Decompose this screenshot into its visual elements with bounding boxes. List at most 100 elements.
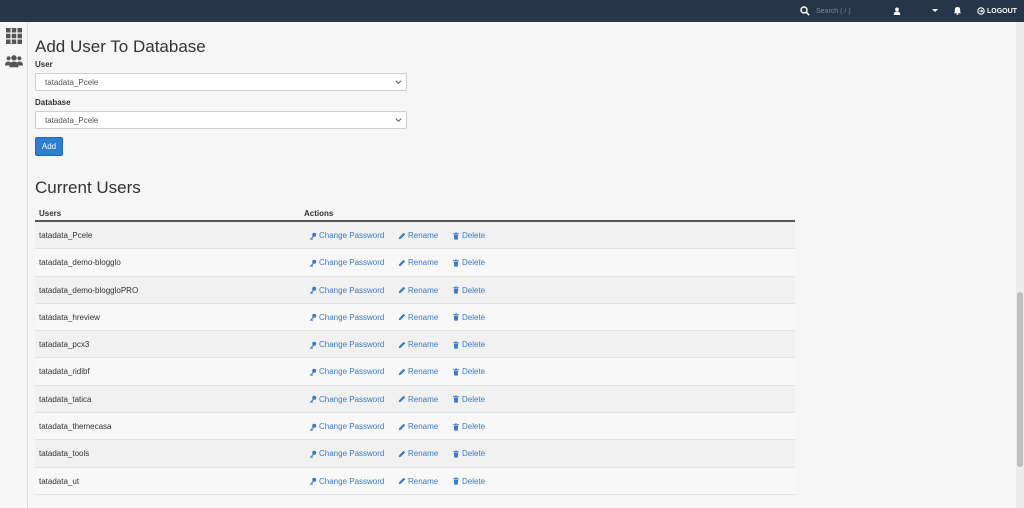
rename-label: Rename: [408, 340, 439, 350]
change-password-link[interactable]: Change Password: [309, 395, 384, 404]
col-header-actions: Actions: [304, 209, 334, 218]
pencil-icon: [398, 368, 406, 376]
rename-label: Rename: [408, 285, 439, 295]
sidebar-item-users[interactable]: [5, 52, 23, 70]
table-row: tatadata_demo-bloggloPRO Change Password R…: [35, 276, 795, 304]
col-header-users: Users: [39, 209, 62, 218]
trash-icon: [453, 341, 459, 349]
user-select[interactable]: tatadata_Pcele: [35, 73, 407, 91]
rename-label: Rename: [408, 231, 439, 240]
delete-link[interactable]: Delete: [452, 313, 485, 322]
pencil-icon: [398, 477, 406, 485]
database-select[interactable]: tatadata_Pcele: [35, 111, 407, 129]
user-name: tatadata_themecasa: [39, 422, 112, 432]
sidebar: [0, 22, 28, 508]
table-row: tatadata_tatica Change Password Rename Dele…: [35, 385, 795, 414]
table-row: tatadata_ut Change Password Rename Delete: [35, 467, 795, 495]
trash-icon: [453, 422, 459, 431]
database-label: Database: [35, 98, 71, 107]
logout-label: LOGOUT: [987, 7, 1017, 15]
change-password-label: Change Password: [319, 231, 385, 240]
change-password-link[interactable]: Change Password: [309, 231, 384, 240]
table-body: tatadata_Pcele Change Password Rename Delet…: [35, 222, 795, 495]
delete-link[interactable]: Delete: [452, 258, 485, 267]
delete-link[interactable]: Delete: [452, 340, 485, 349]
logout-icon: [977, 7, 985, 15]
rename-link[interactable]: Rename: [398, 367, 438, 376]
delete-link[interactable]: Delete: [452, 422, 485, 431]
change-password-label: Change Password: [319, 258, 385, 268]
change-password-link[interactable]: Change Password: [309, 477, 384, 486]
change-password-link[interactable]: Change Password: [309, 367, 384, 376]
change-password-link[interactable]: Change Password: [309, 286, 384, 295]
delete-label: Delete: [462, 422, 486, 432]
table-row: tatadata_tools Change Password Rename Delet…: [35, 440, 795, 468]
user-name: tatadata_tools: [39, 449, 90, 459]
grid-icon: [6, 28, 22, 44]
change-password-label: Change Password: [319, 367, 385, 377]
users-table: Users Actions tatadata_Pcele Change Passw…: [35, 205, 795, 495]
user-name: tatadata_tatica: [39, 394, 92, 404]
delete-label: Delete: [462, 312, 486, 322]
user-name: tatadata_ut: [39, 476, 80, 486]
rename-label: Rename: [408, 367, 439, 377]
delete-label: Delete: [462, 231, 486, 240]
change-password-link[interactable]: Change Password: [309, 422, 384, 431]
trash-icon: [453, 450, 459, 458]
change-password-link[interactable]: Change Password: [309, 313, 384, 322]
pencil-icon: [398, 286, 406, 294]
delete-link[interactable]: Delete: [452, 367, 485, 376]
users-group-icon: [5, 55, 23, 68]
user-name: tatadata_Pcele: [39, 231, 93, 240]
user-icon: [893, 7, 901, 15]
delete-link[interactable]: Delete: [452, 231, 485, 240]
trash-icon: [453, 286, 459, 294]
user-name: tatadata_hreview: [39, 312, 100, 322]
table-row: tatadata_themecasa Change Password Rename D…: [35, 413, 795, 441]
user-name: tatadata_demo-blogglo: [39, 258, 121, 268]
key-icon: [309, 259, 317, 267]
delete-link[interactable]: Delete: [452, 477, 485, 486]
user-menu-caret-icon[interactable]: [932, 9, 938, 12]
sidebar-item-home[interactable]: [5, 27, 23, 45]
pencil-icon: [398, 232, 406, 239]
change-password-link[interactable]: Change Password: [309, 340, 384, 349]
rename-link[interactable]: Rename: [398, 395, 438, 404]
pencil-icon: [398, 450, 406, 458]
rename-link[interactable]: Rename: [398, 231, 438, 240]
change-password-label: Change Password: [319, 449, 385, 459]
user-label: User: [35, 60, 53, 69]
delete-link[interactable]: Delete: [452, 395, 485, 404]
rename-link[interactable]: Rename: [398, 422, 438, 431]
rename-link[interactable]: Rename: [398, 477, 438, 486]
add-button[interactable]: Add: [35, 137, 63, 156]
rename-label: Rename: [408, 422, 439, 432]
search-input[interactable]: [816, 4, 896, 18]
logout-button[interactable]: LOGOUT: [977, 4, 1017, 18]
delete-link[interactable]: Delete: [452, 286, 485, 295]
rename-link[interactable]: Rename: [398, 286, 438, 295]
change-password-label: Change Password: [319, 340, 385, 350]
key-icon: [309, 314, 317, 322]
change-password-link[interactable]: Change Password: [309, 449, 384, 458]
table-row: tatadata_ridibf Change Password Rename Dele…: [35, 358, 795, 386]
key-icon: [309, 450, 317, 458]
change-password-link[interactable]: Change Password: [309, 258, 384, 267]
table-row: tatadata_demo-blogglo Change Password Rena…: [35, 249, 795, 277]
delete-label: Delete: [462, 258, 486, 268]
scrollbar[interactable]: [1016, 22, 1024, 508]
rename-link[interactable]: Rename: [398, 313, 438, 322]
rename-link[interactable]: Rename: [398, 340, 438, 349]
change-password-label: Change Password: [319, 422, 385, 432]
notifications-button[interactable]: [951, 3, 963, 17]
chevron-down-icon: [395, 118, 402, 123]
delete-label: Delete: [462, 394, 486, 404]
search-box[interactable]: [800, 3, 896, 19]
rename-link[interactable]: Rename: [398, 258, 438, 267]
rename-link[interactable]: Rename: [398, 449, 438, 458]
scrollbar-thumb[interactable]: [1017, 292, 1023, 467]
user-menu-button[interactable]: [891, 4, 903, 18]
rename-label: Rename: [408, 476, 439, 486]
delete-link[interactable]: Delete: [452, 449, 485, 458]
trash-icon: [453, 259, 459, 267]
